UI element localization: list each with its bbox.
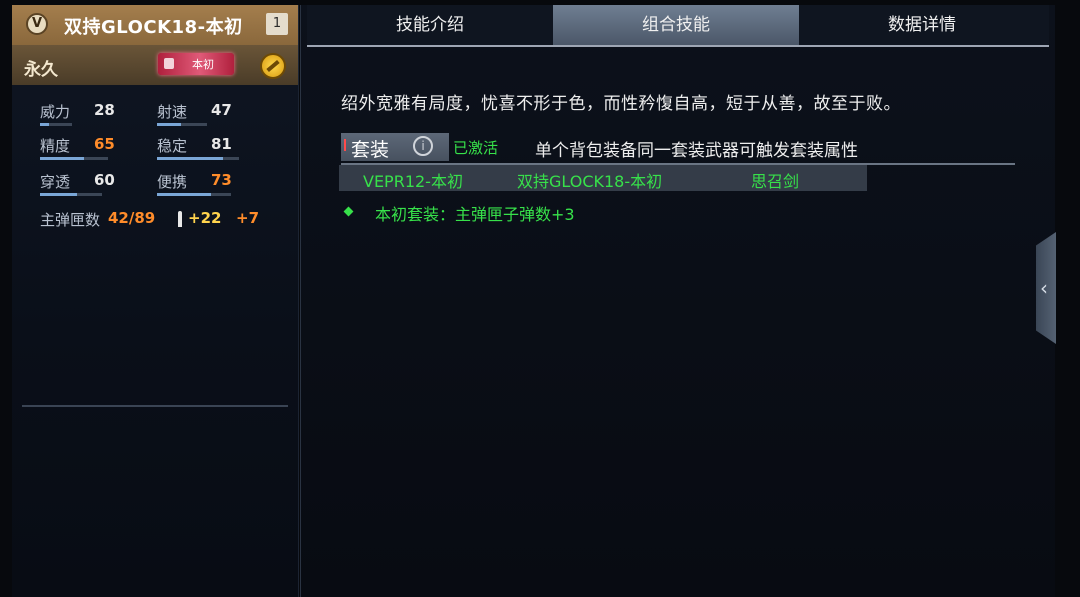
- set-item: 思召剑: [751, 172, 800, 191]
- tab-data-details[interactable]: 数据详情: [799, 5, 1045, 45]
- stat-bar: [40, 157, 108, 160]
- stat-bar: [157, 193, 231, 196]
- set-rule: 单个背包装备同一套装武器可触发套装属性: [535, 141, 858, 161]
- ammo-count: 42/89: [108, 209, 156, 227]
- stat-label: 穿透: [40, 173, 71, 191]
- screen: V 双持GLOCK18-本初 1 永久 本初 威力 28 射速 47 精度 65…: [0, 0, 1080, 597]
- stat-value: 73: [211, 171, 232, 189]
- set-bonus-text: 本初套装：主弹匣子弹数+3: [375, 205, 575, 224]
- stat-bar-fill: [40, 157, 85, 160]
- stat-bar: [40, 123, 72, 126]
- ammo-row: 主弹匣数 42/89 +22 +7: [40, 209, 290, 233]
- stat-accuracy: 精度 65: [40, 135, 140, 165]
- weapon-name: 双持GLOCK18-本初: [64, 17, 243, 38]
- stat-label: 精度: [40, 137, 71, 155]
- stat-bar: [157, 157, 239, 160]
- set-item: 双持GLOCK18-本初: [517, 172, 663, 191]
- stat-label: 稳定: [157, 137, 188, 155]
- info-icon[interactable]: i: [413, 136, 433, 156]
- stat-mobility: 便携 73: [157, 171, 257, 201]
- stat-value: 28: [94, 101, 115, 119]
- stat-bar-fill: [40, 193, 78, 196]
- stat-bar-fill: [40, 123, 49, 126]
- set-row: 套装 i 已激活 单个背包装备同一套装武器可触发套装属性: [341, 133, 1015, 165]
- collapse-handle[interactable]: ‹: [1036, 232, 1056, 344]
- ammo-bonus: +22: [188, 209, 222, 227]
- stat-value: 65: [94, 135, 115, 153]
- tab-combo-skill[interactable]: 组合技能: [553, 5, 799, 45]
- chevron-left-icon: ‹: [1040, 276, 1048, 300]
- ammo-bonus-extra: +7: [236, 209, 260, 227]
- stat-stability: 稳定 81: [157, 135, 257, 165]
- duration-row: 永久 本初: [12, 45, 298, 85]
- stat-fire-rate: 射速 47: [157, 101, 257, 131]
- stat-bar-fill: [157, 193, 212, 196]
- set-items: VEPR12-本初 双持GLOCK18-本初 思召剑: [339, 165, 867, 191]
- set-status: 已激活: [453, 139, 499, 157]
- stat-bar-fill: [157, 157, 224, 160]
- tab-bar: 技能介绍 组合技能 数据详情: [307, 5, 1049, 47]
- set-item: VEPR12-本初: [363, 172, 463, 191]
- divider: [22, 405, 288, 407]
- stat-penetration: 穿透 60: [40, 171, 140, 201]
- bullet-icon: [178, 211, 182, 227]
- stat-label: 便携: [157, 173, 188, 191]
- skill-panel: 技能介绍 组合技能 数据详情 绍外宽雅有局度，忧喜不形于色，而性矜愎自高，短于从…: [300, 5, 1055, 597]
- stat-value: 81: [211, 135, 232, 153]
- set-tag: 套装 i: [341, 133, 449, 161]
- rank-badge-icon: V: [26, 13, 48, 35]
- skin-tag-label: 本初: [192, 58, 214, 71]
- skill-description: 绍外宽雅有局度，忧喜不形于色，而性矜愎自高，短于从善，故至于败。: [341, 94, 901, 114]
- slot-number: 1: [266, 13, 288, 35]
- stat-bar-fill: [157, 123, 181, 126]
- set-tag-mark: [344, 139, 346, 151]
- stat-label: 射速: [157, 103, 188, 121]
- stat-bar: [40, 193, 102, 196]
- set-label: 套装: [351, 139, 390, 161]
- bullet-icon: [343, 206, 354, 217]
- skin-tag: 本初: [158, 53, 234, 75]
- ammo-label: 主弹匣数: [40, 211, 101, 229]
- stat-label: 威力: [40, 103, 71, 121]
- stat-bar: [157, 123, 207, 126]
- stat-value: 47: [211, 101, 232, 119]
- stat-power: 威力 28: [40, 101, 140, 131]
- weapon-info-panel: V 双持GLOCK18-本初 1 永久 本初 威力 28 射速 47 精度 65…: [12, 5, 299, 597]
- skin-tag-icon: [164, 58, 174, 69]
- stats-grid: 威力 28 射速 47 精度 65 稳定 81 穿透 60 便携 73 主弹匣数…: [12, 91, 298, 251]
- duration-label: 永久: [24, 60, 58, 80]
- weapon-header: V 双持GLOCK18-本初 1: [12, 5, 298, 45]
- stat-value: 60: [94, 171, 115, 189]
- coin-icon[interactable]: [260, 53, 286, 79]
- tab-skill-intro[interactable]: 技能介绍: [307, 5, 553, 45]
